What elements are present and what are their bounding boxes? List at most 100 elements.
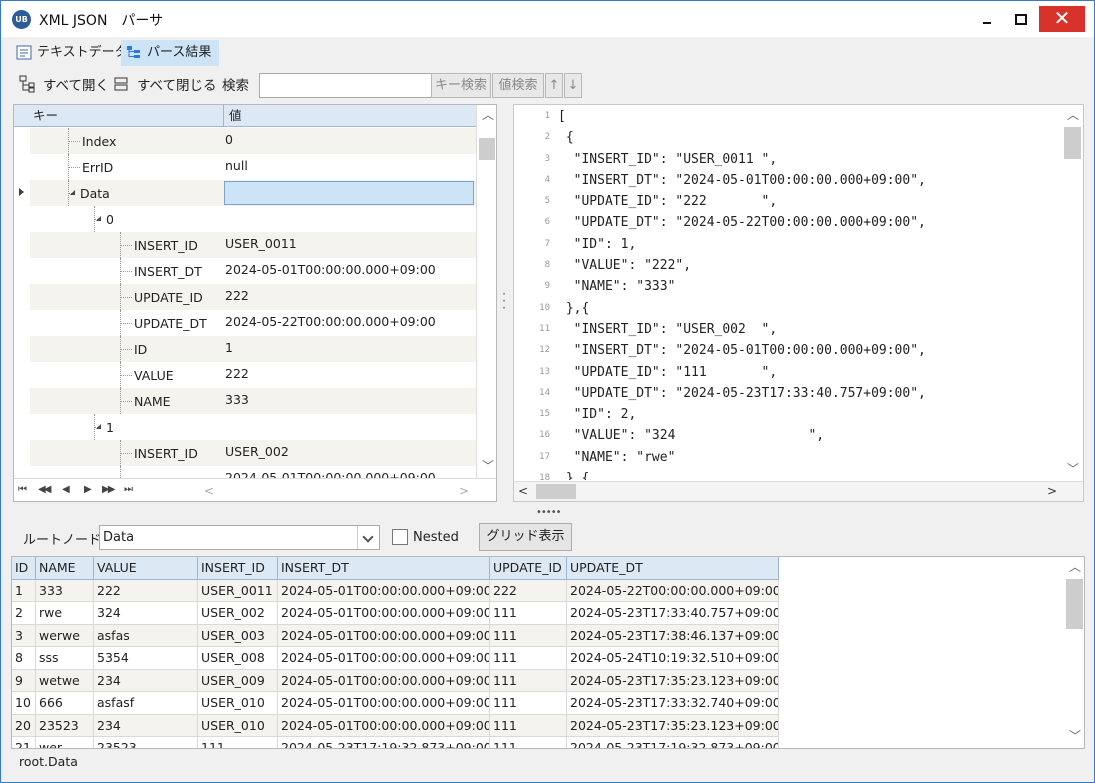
tree-row[interactable]: 2024-05-01T00:00:00.000+09:00 [14, 466, 476, 478]
grid-column-header[interactable]: INSERT_DT [278, 557, 490, 580]
expand-collapse-icon[interactable] [96, 216, 101, 221]
expand-collapse-icon[interactable] [96, 424, 101, 429]
grid-cell[interactable]: 2024-05-23T17:33:40.757+09:00 [567, 602, 779, 625]
tree-row[interactable]: ID 1 [14, 336, 476, 362]
tree-row[interactable]: ErrID null [14, 154, 476, 180]
json-horizontal-scrollbar[interactable]: < > [514, 481, 1083, 501]
scroll-left-icon[interactable]: < [204, 484, 214, 498]
grid-scroll-thumb[interactable] [1066, 579, 1083, 629]
tree-row[interactable]: UPDATE_ID 222 [14, 284, 476, 310]
table-row[interactable]: 10 666 asfasf USER_010 2024-05-01T00:00:00.0… [12, 692, 782, 715]
maximize-button[interactable] [1001, 6, 1041, 32]
grid-cell[interactable]: 8 [12, 647, 36, 670]
grid-cell[interactable]: 666 [36, 692, 94, 715]
next-record-icon[interactable]: ▶ [84, 484, 92, 495]
grid-vertical-scrollbar[interactable]: ︿ ﹀ [1064, 557, 1084, 748]
grid-cell[interactable]: USER_003 [198, 624, 278, 647]
grid-cell[interactable]: 2024-05-23T17:35:23.123+09:00 [567, 669, 779, 692]
nested-checkbox[interactable] [392, 529, 408, 545]
grid-cell[interactable]: 234 [94, 669, 198, 692]
table-row[interactable]: 1 333 222 USER_0011 2024-05-01T00:00:00.000+… [12, 579, 782, 602]
grid-cell[interactable]: 2024-05-22T00:00:00.000+09:00 [567, 579, 779, 602]
search-input[interactable] [259, 73, 432, 98]
grid-cell[interactable]: USER_010 [198, 714, 278, 737]
grid-cell[interactable]: 333 [36, 579, 94, 602]
tree-value-editor[interactable] [224, 181, 474, 205]
scroll-right-icon[interactable]: > [1047, 484, 1057, 498]
tree-header-value[interactable]: 値 [227, 105, 242, 127]
grid-cell[interactable]: 111 [490, 669, 567, 692]
grid-cell[interactable]: 111 [490, 624, 567, 647]
key-search-button[interactable]: キー検索 [431, 73, 491, 98]
tree-row[interactable]: INSERT_ID USER_002 [14, 440, 476, 466]
scroll-left-icon[interactable]: < [518, 484, 528, 498]
json-vertical-scrollbar[interactable]: ︿ ﹀ [1062, 105, 1083, 481]
grid-cell[interactable]: 9 [12, 669, 36, 692]
grid-column-header[interactable]: UPDATE_ID [490, 557, 567, 580]
table-row[interactable]: 8 sss 5354 USER_008 2024-05-01T00:00:00.000+… [12, 647, 782, 670]
grid-cell[interactable]: 2024-05-01T00:00:00.000+09:00 [278, 647, 490, 670]
tab-text-data[interactable]: テキストデータ [11, 40, 128, 66]
chevron-down-icon[interactable] [357, 526, 379, 549]
horizontal-splitter[interactable]: ••••• [536, 507, 561, 518]
grid-cell[interactable]: 2024-05-23T17:38:46.137+09:00 [567, 624, 779, 647]
grid-cell[interactable]: 222 [490, 579, 567, 602]
tree-row[interactable]: 0 [14, 206, 476, 232]
table-row[interactable]: 20 23523 234 USER_010 2024-05-01T00:00:00.00… [12, 714, 782, 737]
nested-label[interactable]: Nested [413, 530, 459, 545]
grid-cell[interactable]: 111 [490, 602, 567, 625]
grid-cell[interactable]: 2024-05-23T17:35:23.123+09:00 [567, 714, 779, 737]
table-row[interactable]: 2 rwe 324 USER_002 2024-05-01T00:00:00.000+0… [12, 602, 782, 625]
tree-row[interactable]: INSERT_ID USER_0011 [14, 232, 476, 258]
close-button[interactable]: ✕ [1039, 6, 1085, 32]
tree-view[interactable]: キー 値 Index 0 ErrID null Data 0 INSERT_ID USER_0… [13, 104, 497, 502]
grid-cell[interactable]: 20 [12, 714, 36, 737]
grid-cell[interactable]: rwe [36, 602, 94, 625]
grid-cell[interactable]: 2024-05-01T00:00:00.000+09:00 [278, 579, 490, 602]
tree-row[interactable]: 1 [14, 414, 476, 440]
grid-cell[interactable]: 111 [490, 737, 567, 748]
grid-cell[interactable]: 23523 [94, 737, 198, 748]
tree-row[interactable]: Data [14, 180, 476, 206]
table-row[interactable]: 3 werwe asfas USER_003 2024-05-01T00:00:00.0… [12, 624, 782, 647]
tree-row[interactable]: UPDATE_DT 2024-05-22T00:00:00.000+09:00 [14, 310, 476, 336]
grid-cell[interactable]: USER_002 [198, 602, 278, 625]
grid-column-header[interactable]: NAME [36, 557, 94, 580]
next-page-icon[interactable]: ▶▶ [102, 484, 115, 495]
tree-row[interactable]: Index 0 [14, 128, 476, 154]
first-record-icon[interactable]: ⏮ [18, 484, 27, 495]
grid-cell[interactable]: 2024-05-23T17:19:32.873+09:00 [278, 737, 490, 748]
grid-cell[interactable]: 3 [12, 624, 36, 647]
json-hscroll-thumb[interactable] [536, 484, 576, 499]
collapse-all-button[interactable]: すべて閉じる [137, 75, 217, 97]
scroll-up-icon[interactable]: ︿ [1069, 558, 1081, 575]
last-record-icon[interactable]: ⏭ [124, 484, 133, 495]
scroll-down-icon[interactable]: ﹀ [1069, 727, 1081, 744]
grid-cell[interactable]: sss [36, 647, 94, 670]
grid-cell[interactable]: 21 [12, 737, 36, 748]
grid-display-button[interactable]: グリッド表示 [479, 523, 572, 551]
prev-record-icon[interactable]: ◀ [62, 484, 70, 495]
prev-page-icon[interactable]: ◀◀ [38, 484, 51, 495]
grid-cell[interactable]: USER_008 [198, 647, 278, 670]
tree-vertical-scrollbar[interactable]: ︿ ﹀ [476, 105, 496, 478]
scroll-down-icon[interactable]: ﹀ [1067, 460, 1079, 477]
grid-cell[interactable]: 324 [94, 602, 198, 625]
grid-cell[interactable]: USER_009 [198, 669, 278, 692]
grid-cell[interactable]: wetwe [36, 669, 94, 692]
scroll-down-icon[interactable]: ﹀ [482, 457, 494, 474]
grid-cell[interactable]: 5354 [94, 647, 198, 670]
tree-header-key[interactable]: キー [30, 105, 224, 127]
grid-cell[interactable]: 111 [490, 692, 567, 715]
grid-column-header[interactable]: VALUE [94, 557, 198, 580]
tree-scroll-thumb[interactable] [479, 138, 495, 160]
grid-column-header[interactable]: INSERT_ID [198, 557, 278, 580]
grid-cell[interactable]: asfasf [94, 692, 198, 715]
scroll-up-icon[interactable]: ︿ [1067, 106, 1079, 123]
scroll-right-icon[interactable]: > [459, 484, 469, 498]
expand-collapse-icon[interactable] [70, 190, 75, 195]
table-row[interactable]: 21 wer 23523 111 2024-05-23T17:19:32.873+09:… [12, 737, 782, 748]
tree-row[interactable]: NAME 333 [14, 388, 476, 414]
grid-cell[interactable]: USER_010 [198, 692, 278, 715]
data-grid[interactable]: ID NAME VALUE INSERT_ID INSERT_DT UPDATE_ID UP… [11, 556, 1085, 749]
